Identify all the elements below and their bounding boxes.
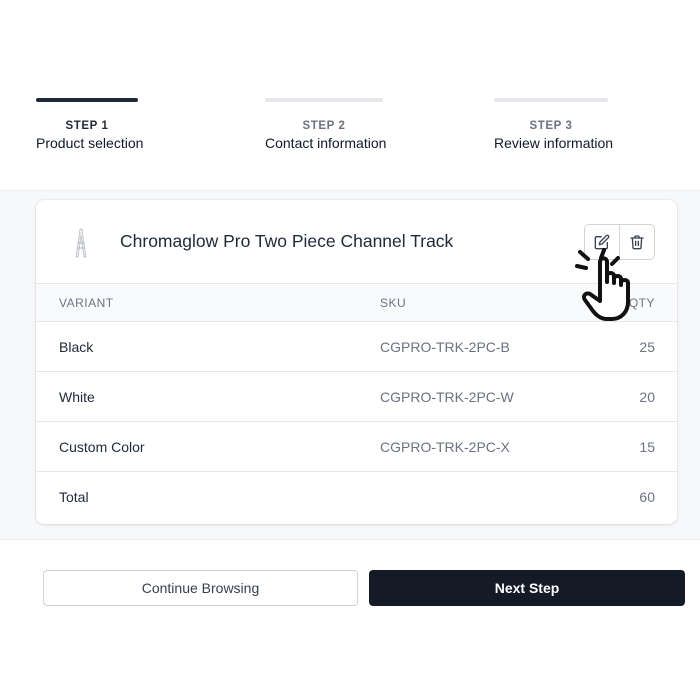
step-number: STEP 2 [302,120,346,132]
sku-cell: CGPRO-TRK-2PC-X [380,438,510,455]
table-row: Custom Color CGPRO-TRK-2PC-X 15 [36,422,677,472]
variant-cell: Black [59,338,94,355]
hand-pointer-click-icon [575,248,630,321]
step-review-information[interactable]: STEP 3 Review information [494,98,614,151]
variant-cell: White [59,388,95,405]
total-label: Total [59,489,89,505]
continue-browsing-button[interactable]: Continue Browsing [43,570,358,606]
step-label: Product selection [36,135,144,151]
sku-cell: CGPRO-TRK-2PC-W [380,388,514,405]
table-row: White CGPRO-TRK-2PC-W 20 [36,372,677,422]
qty-cell: 25 [639,338,655,355]
step-progress-bar [265,98,383,102]
step-label: Review information [494,135,614,151]
channel-track-thumbnail-icon [75,228,87,258]
footer-actions: Continue Browsing Next Step [0,541,700,700]
column-header-variant: VARIANT [59,295,114,310]
column-header-sku: SKU [380,295,407,310]
total-row: Total 60 [36,472,677,522]
variant-cell: Custom Color [59,438,145,455]
sku-cell: CGPRO-TRK-2PC-B [380,338,510,355]
qty-cell: 15 [639,438,655,455]
content-area: Chromaglow Pro Two Piece Channel Track V… [0,190,700,540]
table-row: Black CGPRO-TRK-2PC-B 25 [36,322,677,372]
qty-cell: 20 [639,388,655,405]
step-progress-bar [494,98,608,102]
step-contact-information[interactable]: STEP 2 Contact information [265,98,387,151]
stepper: STEP 1 Product selection STEP 2 Contact … [0,0,700,190]
step-label: Contact information [265,135,387,151]
step-product-selection[interactable]: STEP 1 Product selection [36,98,144,151]
step-number: STEP 1 [65,120,109,132]
product-title: Chromaglow Pro Two Piece Channel Track [120,231,454,251]
next-step-button[interactable]: Next Step [369,570,685,606]
total-qty: 60 [639,489,655,505]
step-progress-bar [36,98,138,102]
step-number: STEP 3 [529,120,573,132]
